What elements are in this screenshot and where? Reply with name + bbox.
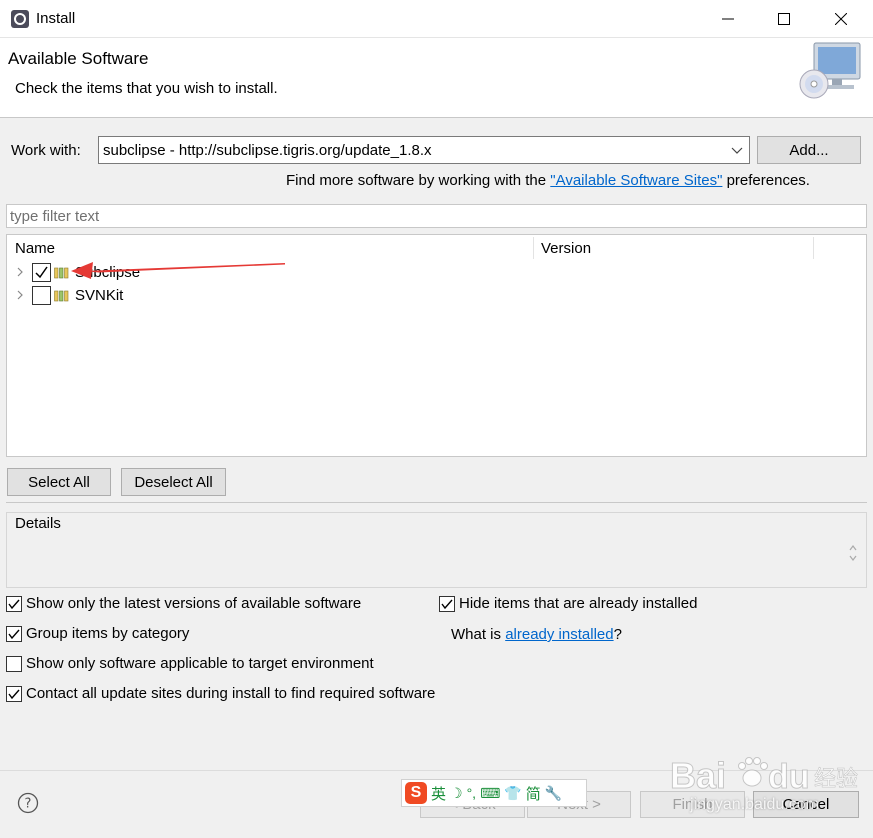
divider: [6, 502, 867, 503]
chevron-right-icon[interactable]: [15, 266, 25, 278]
help-icon[interactable]: ?: [17, 792, 39, 814]
option-contact-sites[interactable]: Contact all update sites during install …: [6, 685, 435, 702]
contact-sites-checkbox[interactable]: [6, 685, 22, 702]
title-bar: Install: [0, 0, 873, 38]
group-category-checkbox[interactable]: [6, 625, 22, 642]
select-all-button[interactable]: Select All: [7, 468, 111, 496]
ime-logo-icon[interactable]: S: [405, 782, 427, 804]
close-button[interactable]: [813, 0, 869, 38]
work-with-value: subclipse - http://subclipse.tigris.org/…: [103, 142, 432, 159]
feature-group-icon: [54, 267, 69, 279]
checkmark-icon: [35, 266, 48, 279]
already-installed-link[interactable]: already installed: [505, 626, 613, 643]
ime-toolbar[interactable]: S 英 ☽ °, ⌨ 👕 简 🔧: [401, 779, 587, 807]
work-with-label: Work with:: [11, 142, 81, 159]
tree-item-label: SVNKit: [75, 287, 124, 304]
minimize-icon: [722, 18, 734, 20]
maximize-button[interactable]: [756, 0, 812, 38]
ime-simplified-toggle[interactable]: 简: [526, 783, 541, 804]
filter-placeholder: type filter text: [10, 208, 100, 225]
software-tree[interactable]: Name Version Subclipse SVNKit: [6, 234, 867, 457]
close-icon: [835, 13, 847, 25]
watermark-brand: Bai: [670, 755, 726, 796]
option-latest-versions[interactable]: Show only the latest versions of availab…: [6, 595, 361, 612]
chevron-down-icon[interactable]: [731, 143, 743, 157]
checkmark-icon: [8, 599, 20, 609]
find-more-text: Find more software by working with the "…: [286, 172, 810, 189]
watermark-brand2: 经验: [814, 767, 858, 792]
chevron-right-icon[interactable]: [15, 289, 25, 301]
svnkit-checkbox[interactable]: [32, 286, 51, 305]
page-title: Available Software: [8, 49, 149, 68]
ime-punctuation-icon[interactable]: °,: [467, 785, 477, 801]
add-site-button[interactable]: Add...: [757, 136, 861, 164]
option-hide-installed[interactable]: Hide items that are already installed: [439, 595, 697, 612]
available-software-sites-link[interactable]: "Available Software Sites": [550, 172, 722, 189]
hide-installed-checkbox[interactable]: [439, 595, 455, 612]
option-label: Show only the latest versions of availab…: [26, 595, 362, 612]
option-label: Contact all update sites during install …: [26, 685, 436, 702]
latest-versions-checkbox[interactable]: [6, 595, 22, 612]
feature-group-icon: [54, 290, 69, 302]
ime-keyboard-icon[interactable]: ⌨: [480, 785, 500, 802]
what-is-prefix: What is: [451, 626, 506, 643]
svg-text:du: du: [768, 758, 810, 796]
find-more-suffix: preferences.: [722, 172, 810, 189]
checkmark-icon: [8, 629, 20, 639]
filter-input[interactable]: type filter text: [6, 204, 867, 228]
maximize-icon: [778, 13, 790, 25]
deselect-all-button[interactable]: Deselect All: [121, 468, 226, 496]
tree-row[interactable]: SVNKit: [7, 284, 866, 307]
work-with-combo[interactable]: subclipse - http://subclipse.tigris.org/…: [98, 136, 750, 164]
what-is-suffix: ?: [613, 626, 622, 643]
ime-skin-icon[interactable]: 👕: [504, 785, 521, 802]
option-label: Show only software applicable to target …: [26, 655, 374, 672]
option-label: Group items by category: [26, 625, 190, 642]
details-group: Details: [6, 512, 867, 588]
option-label: Hide items that are already installed: [459, 595, 698, 612]
checkmark-icon: [8, 689, 20, 699]
svg-text:?: ?: [25, 797, 32, 812]
details-label: Details: [15, 515, 61, 532]
target-environment-checkbox[interactable]: [6, 655, 22, 672]
ime-lang-toggle[interactable]: 英: [431, 783, 446, 804]
ime-tools-icon[interactable]: 🔧: [545, 785, 562, 802]
ime-moon-icon[interactable]: ☽: [450, 785, 463, 802]
minimize-button[interactable]: [700, 0, 756, 38]
eclipse-icon: [11, 10, 29, 28]
column-divider[interactable]: [813, 237, 814, 259]
watermark-url: jingyan.baidu.com: [690, 796, 819, 813]
what-is-installed-text: What is already installed?: [451, 626, 622, 643]
scroll-arrows-icon[interactable]: [848, 543, 858, 563]
checkmark-icon: [441, 599, 453, 609]
install-computer-icon: [799, 42, 861, 99]
annotation-arrow-icon: [71, 262, 285, 279]
column-header-version[interactable]: Version: [533, 235, 813, 261]
wizard-header: Available Software Check the items that …: [0, 38, 873, 118]
option-target-environment[interactable]: Show only software applicable to target …: [6, 655, 374, 672]
option-group-category[interactable]: Group items by category: [6, 625, 189, 642]
window-title: Install: [36, 10, 76, 27]
find-more-prefix: Find more software by working with the: [286, 172, 551, 189]
subclipse-checkbox[interactable]: [32, 263, 51, 282]
page-subtitle: Check the items that you wish to install…: [15, 80, 278, 97]
baidu-paw-logo: Bai du 经验: [670, 755, 859, 797]
